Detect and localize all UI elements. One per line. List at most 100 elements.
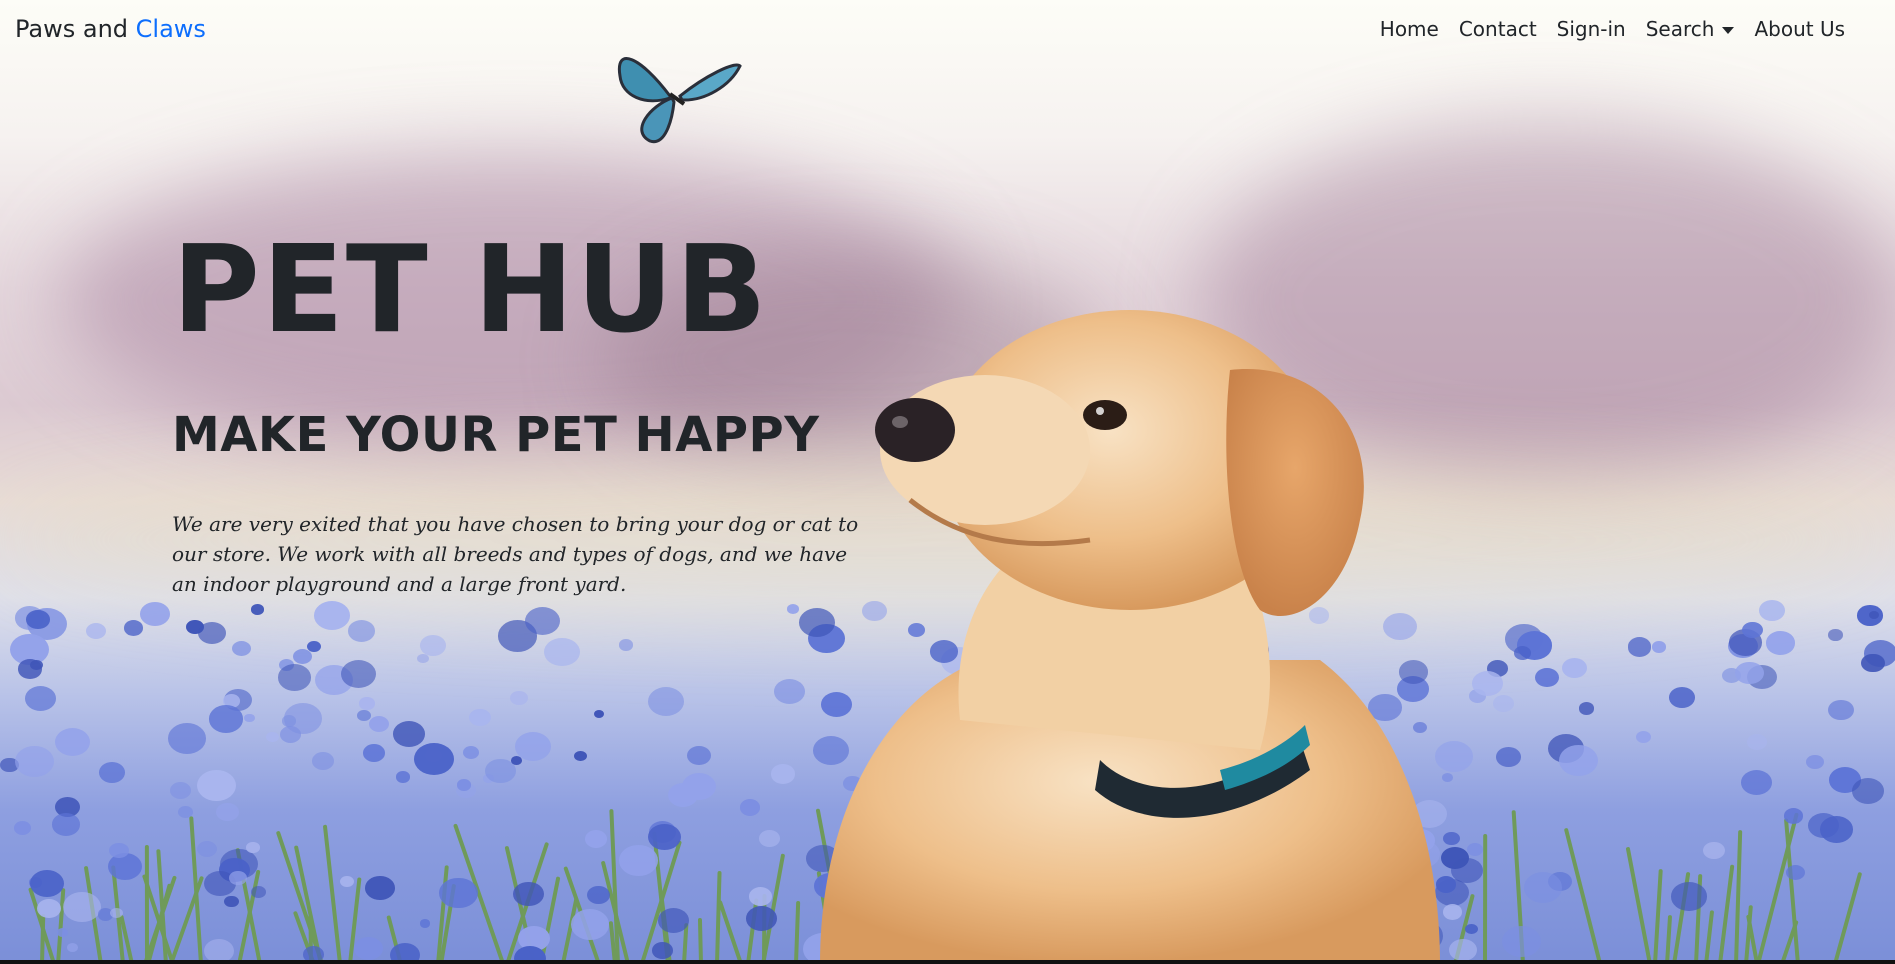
flower [312,751,335,770]
flower [513,881,544,907]
flower [251,885,266,898]
flower [658,908,689,933]
nav-search-dropdown[interactable]: Search [1636,17,1745,41]
grass-blade [55,887,66,964]
flower [368,716,389,733]
nav-sign-in[interactable]: Sign-in [1547,17,1636,41]
flower [1765,631,1795,655]
flower [584,829,608,848]
flower [25,685,57,711]
flower [52,813,81,836]
brand-accent: Claws [135,15,206,43]
nav-about-us[interactable]: About Us [1744,17,1855,41]
flower [281,714,297,727]
flower [1627,637,1652,657]
hero-section: PET HUB MAKE YOUR PET HAPPY We are very … [172,225,872,619]
flower [357,709,371,721]
flower [396,771,411,783]
flower [167,723,207,755]
flower [1786,864,1806,880]
nav-menu: Home Contact Sign-in Search About Us [1370,17,1855,41]
page-bottom-border [0,960,1895,964]
hero-title: PET HUB [172,221,769,360]
nav-contact[interactable]: Contact [1449,17,1547,41]
flower [413,742,454,775]
flower [139,601,170,626]
flower [13,821,31,835]
nav-home[interactable]: Home [1370,17,1449,41]
flower [124,620,144,636]
grass-blade [1653,869,1663,964]
hero-subtitle: MAKE YOUR PET HAPPY [172,407,820,463]
flower [348,620,376,642]
flower [354,937,384,961]
flower [420,635,446,656]
flower [1635,730,1652,743]
grass-blade [322,824,343,964]
flower [618,639,634,651]
flower [216,802,239,821]
grass-blade [1665,914,1673,964]
flower [1703,841,1725,860]
grass-blade [1703,909,1714,964]
flower [1819,816,1854,843]
flower [1501,925,1541,957]
flower [1747,734,1768,751]
flower [1851,777,1885,804]
grass-blade [714,871,722,964]
flower [1513,646,1532,660]
flower [170,781,192,799]
flower [745,906,778,932]
grass-blade [1625,846,1652,964]
flower [1671,882,1707,911]
flower [587,885,610,904]
flower [416,653,430,664]
flower [759,830,780,847]
grass-blade [698,917,704,964]
flower [340,875,355,887]
brand-name: Paws and [15,15,129,43]
flower [1758,600,1785,621]
flower [419,919,431,928]
flower [359,697,375,710]
flower [652,942,673,959]
flower [307,640,322,653]
flower [462,746,479,760]
flower [1783,808,1803,824]
flower [244,713,255,723]
flower [55,727,91,756]
flower [510,755,522,765]
flower [1668,686,1695,708]
flower [1534,667,1560,688]
flower [570,909,610,940]
flower [1735,661,1764,685]
flower [544,637,580,667]
flower [341,659,377,688]
flower [749,886,773,906]
brand-link[interactable]: Paws and Claws [15,15,206,43]
flower [37,899,61,919]
flower [86,622,107,639]
flower [648,824,681,851]
flower [196,840,218,857]
flower [1578,702,1595,715]
flower [686,746,711,766]
flower [1740,769,1773,795]
grass-blade [1563,828,1602,964]
flower [278,664,312,691]
grass-blade [1717,864,1734,964]
flower [619,845,658,877]
chevron-down-icon [1722,27,1735,34]
flower [1828,699,1854,721]
flower [56,927,68,937]
flower [363,744,386,762]
flower [1561,657,1587,679]
flower [392,720,426,748]
grass-blade [188,816,203,964]
flower [739,799,760,816]
navbar: Paws and Claws Home Contact Sign-in Sear… [0,0,1895,58]
flower [647,686,685,717]
flower [63,891,102,922]
flower [110,907,123,918]
grass-blade [1733,829,1742,964]
